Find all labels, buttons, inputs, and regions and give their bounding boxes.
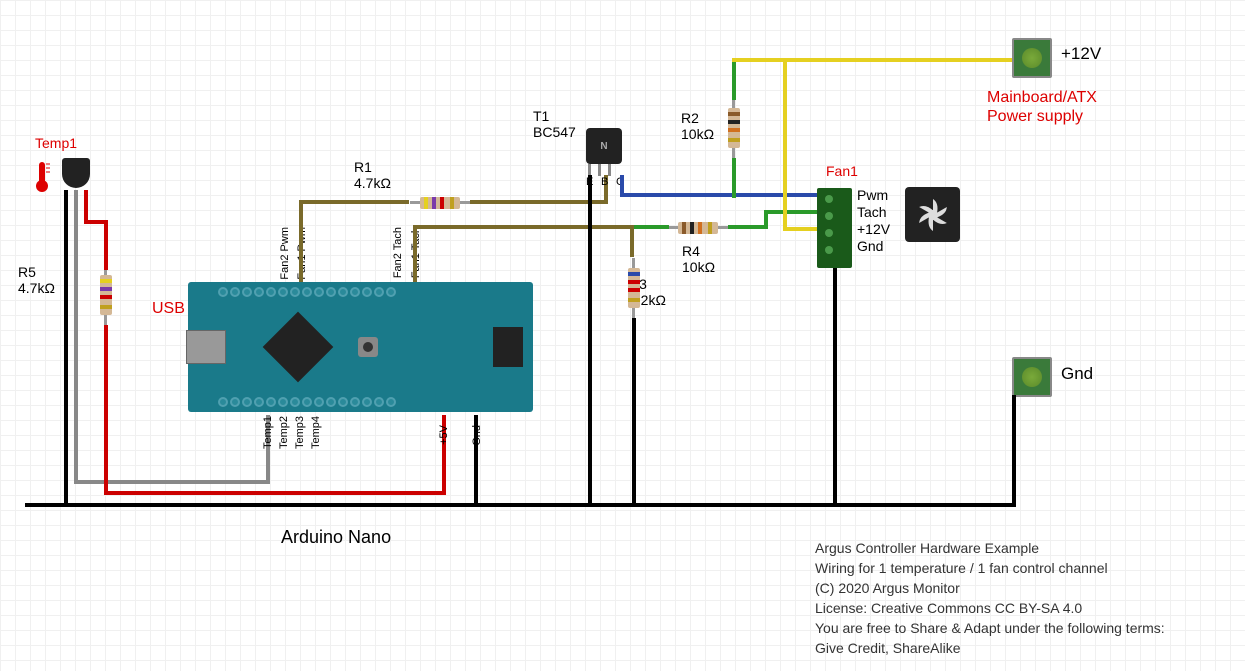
fan-pin-pwm: Pwm bbox=[857, 187, 888, 203]
transistor-t1: N bbox=[586, 128, 622, 164]
footer-l3: (C) 2020 Argus Monitor bbox=[815, 580, 960, 596]
temp1-label: Temp1 bbox=[35, 135, 77, 151]
resistor-r1 bbox=[420, 197, 460, 209]
r5-value: 4.7kΩ bbox=[18, 280, 55, 296]
t1-value: BC547 bbox=[533, 124, 576, 140]
r4-value: 10kΩ bbox=[682, 259, 715, 275]
wire-tach-to-fan bbox=[764, 210, 820, 214]
gnd-label: Gnd bbox=[1061, 364, 1093, 384]
usb-port bbox=[186, 330, 226, 364]
wire-fan-gnd bbox=[833, 268, 837, 507]
r5-label: R5 bbox=[18, 264, 36, 280]
wire-collector-h bbox=[620, 193, 820, 197]
resistor-r5 bbox=[100, 275, 112, 315]
trans-b: B bbox=[601, 176, 608, 188]
mainboard-l2: Power supply bbox=[987, 108, 1083, 126]
wire-r3-gnd bbox=[632, 318, 636, 507]
wire-12v-top bbox=[732, 58, 1019, 62]
terminal-12v bbox=[1012, 38, 1052, 78]
resistor-r4 bbox=[678, 222, 718, 234]
wire-sensor-vcc-j bbox=[84, 220, 104, 224]
schematic-canvas: Temp1 R5 4.7kΩ USB bbox=[0, 0, 1245, 671]
terminal-gnd bbox=[1012, 357, 1052, 397]
wire-r4-left bbox=[634, 225, 669, 229]
usb-label: USB bbox=[152, 300, 185, 318]
plus12v-label: +12V bbox=[1061, 44, 1101, 64]
wire-tach-h bbox=[413, 225, 634, 229]
wire-sensor-vcc-top bbox=[84, 190, 88, 220]
ds18b20-sensor bbox=[62, 158, 90, 188]
wire-sensor-gnd bbox=[64, 190, 68, 505]
footer-l6: Give Credit, ShareAlike bbox=[815, 640, 961, 656]
pin-5v: +5V bbox=[438, 425, 450, 445]
r2-label: R2 bbox=[681, 110, 699, 126]
wire-5v-bus bbox=[104, 491, 445, 495]
fan-pin-tach: Tach bbox=[857, 204, 887, 220]
mainboard-l1: Mainboard/ATX bbox=[987, 89, 1097, 107]
fan-pin-gnd: Gnd bbox=[857, 238, 883, 254]
wire-r2-up bbox=[732, 60, 736, 100]
wire-sensor-vcc-r5b bbox=[104, 325, 108, 493]
footer-l5: You are free to Share & Adapt under the … bbox=[815, 620, 1165, 636]
footer-l4: License: Creative Commons CC BY-SA 4.0 bbox=[815, 600, 1082, 616]
arduino-title: Arduino Nano bbox=[281, 527, 391, 548]
r2-value: 10kΩ bbox=[681, 126, 714, 142]
pin-temp1: Temp1 bbox=[262, 416, 274, 449]
r4-label: R4 bbox=[682, 243, 700, 259]
icsp-header bbox=[493, 327, 523, 367]
wire-gnd-terminal bbox=[1012, 395, 1016, 507]
arduino-nano-board bbox=[188, 282, 533, 412]
arduino-reset-button bbox=[358, 337, 378, 357]
t1-label: T1 bbox=[533, 108, 549, 124]
pin-temp4: Temp4 bbox=[310, 416, 322, 449]
r1-label: R1 bbox=[354, 159, 372, 175]
wire-pwm-h1 bbox=[299, 200, 409, 204]
wire-sensor-data-v bbox=[74, 190, 78, 484]
wire-pwm-v bbox=[299, 200, 303, 282]
pin-temp3: Temp3 bbox=[294, 416, 306, 449]
wire-sensor-vcc-r5a bbox=[104, 220, 108, 270]
thermometer-icon bbox=[33, 158, 51, 193]
fan-connector bbox=[817, 188, 852, 268]
wire-12v-down bbox=[783, 58, 787, 230]
wire-12v-fan bbox=[783, 227, 820, 231]
resistor-r2 bbox=[728, 108, 740, 148]
pin-temp2: Temp2 bbox=[278, 416, 290, 449]
wire-tach-v bbox=[413, 225, 417, 282]
footer-l1: Argus Controller Hardware Example bbox=[815, 540, 1039, 556]
fan-icon bbox=[905, 187, 960, 242]
footer-l2: Wiring for 1 temperature / 1 fan control… bbox=[815, 560, 1108, 576]
pin-fan2pwm: Fan2 Pwm bbox=[279, 227, 291, 280]
wire-tach-to-r3 bbox=[630, 225, 634, 257]
arduino-chip bbox=[263, 312, 334, 383]
fan1-label: Fan1 bbox=[826, 163, 858, 179]
r1-value: 4.7kΩ bbox=[354, 175, 391, 191]
wire-emitter-gnd bbox=[588, 175, 592, 507]
pin-fan2tach: Fan2 Tach bbox=[392, 227, 404, 278]
wire-arduino-gnd bbox=[474, 415, 478, 507]
wire-r4-right bbox=[728, 225, 768, 229]
wire-gnd-bus bbox=[25, 503, 1015, 507]
fan-pin-12v: +12V bbox=[857, 221, 890, 237]
resistor-r3 bbox=[628, 268, 640, 308]
wire-r2-down bbox=[732, 158, 736, 198]
